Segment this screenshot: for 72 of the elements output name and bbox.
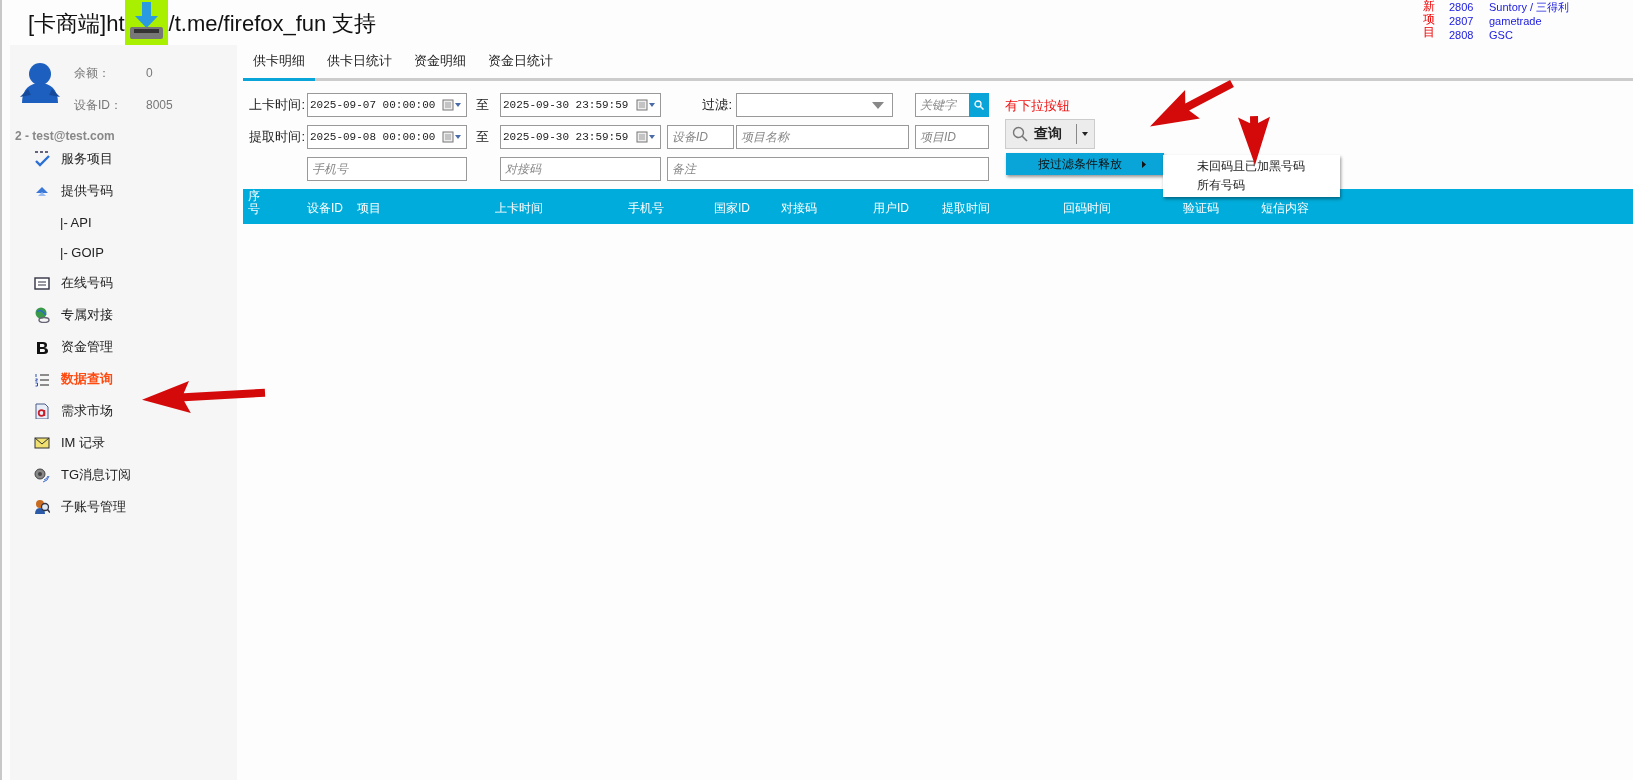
field-label: 至 <box>476 96 490 114</box>
calendar-icon <box>442 99 462 111</box>
search-icon <box>1012 126 1028 142</box>
project-id: 2807 <box>1449 14 1475 28</box>
sidebar-item[interactable]: |- API <box>60 214 92 230</box>
users-icon <box>34 499 50 515</box>
sidebar-item[interactable]: IM 记录 <box>61 434 106 452</box>
bold-icon <box>34 339 50 355</box>
tab[interactable]: 资金日统计 <box>478 52 563 81</box>
project-id: 2808 <box>1449 28 1475 42</box>
search-button[interactable] <box>969 93 989 117</box>
calendar-icon <box>442 131 462 143</box>
field-label: 至 <box>476 128 490 146</box>
sidebar-item[interactable]: |- GOIP <box>60 244 104 260</box>
sidebar-item[interactable]: 子账号管理 <box>61 498 126 516</box>
date-field[interactable]: 2025-09-07 00:00:00 <box>307 93 467 117</box>
menu-item[interactable]: 所有号码 <box>1163 176 1340 195</box>
input-field[interactable]: 项目名称 <box>736 125 909 149</box>
sidebar-item[interactable]: 服务项目 <box>61 150 113 168</box>
input-field[interactable]: 备注 <box>667 157 989 181</box>
project-link[interactable]: GSC <box>1489 28 1513 42</box>
field-label: 余额： <box>74 64 111 82</box>
tab[interactable]: 供卡明细 <box>243 52 315 81</box>
input-field[interactable]: 对接码 <box>500 157 661 181</box>
globe-icon <box>34 307 50 323</box>
dropdown-caret-icon <box>872 101 884 109</box>
page-title: [卡商端]ht <box>28 11 125 37</box>
input-field[interactable]: 手机号 <box>307 157 467 181</box>
field-label: 设备ID： <box>74 96 123 114</box>
field-label: 提取时间: <box>249 128 306 146</box>
project-link[interactable]: gametrade <box>1489 14 1542 28</box>
field-label: 上卡时间: <box>249 96 306 114</box>
menu-item[interactable]: 按过滤条件释放 <box>1006 153 1164 175</box>
input-field[interactable]: 项目ID <box>915 125 989 149</box>
menu-item[interactable]: 未回码且已加黑号码 <box>1163 157 1340 176</box>
sidebar-item[interactable]: TG消息订阅 <box>61 466 132 484</box>
annotation-text: 有下拉按钮 <box>1005 97 1071 115</box>
numbered-list-icon <box>34 371 50 387</box>
calendar-icon <box>636 131 656 143</box>
download-icon <box>124 0 168 45</box>
check-icon <box>34 151 50 167</box>
speaker-icon <box>34 467 50 483</box>
calendar-icon <box>636 99 656 111</box>
field-value: 0 <box>146 66 153 80</box>
project-link[interactable]: Suntory / 三得利 <box>1489 0 1570 14</box>
avatar-icon <box>18 61 62 105</box>
project-id: 2806 <box>1449 0 1475 14</box>
date-field[interactable]: 2025-09-30 23:59:59 <box>500 125 661 149</box>
query-button[interactable]: 查询 <box>1005 119 1095 149</box>
caret-icon <box>1082 132 1088 136</box>
date-field[interactable]: 2025-09-30 23:59:59 <box>500 93 661 117</box>
sidebar-item[interactable]: 需求市场 <box>61 402 113 420</box>
input-field[interactable]: 设备ID <box>667 125 734 149</box>
field-label: 过滤: <box>702 96 733 114</box>
filter-dropdown[interactable] <box>736 93 893 117</box>
input-field[interactable]: 关键字 <box>915 93 969 117</box>
document-icon <box>34 403 50 419</box>
page-title: /t.me/firefox_fun 支持 <box>168 11 377 37</box>
sidebar-item[interactable]: 在线号码 <box>61 274 113 292</box>
search-icon <box>974 100 984 110</box>
sidebar-item[interactable]: 专属对接 <box>61 306 113 324</box>
list-icon <box>34 275 50 291</box>
envelope-icon <box>34 435 50 451</box>
tab[interactable]: 资金明细 <box>404 52 476 81</box>
date-field[interactable]: 2025-09-08 00:00:00 <box>307 125 467 149</box>
sidebar-item[interactable]: 资金管理 <box>61 338 113 356</box>
news-label: 新项目 <box>1423 0 1435 42</box>
field-value: 8005 <box>146 98 173 112</box>
tab[interactable]: 供卡日统计 <box>317 52 402 81</box>
sidebar-item[interactable]: 提供号码 <box>61 182 113 200</box>
account-name: 2 - test@test.com <box>15 129 116 143</box>
submenu-arrow-icon <box>1142 160 1146 168</box>
